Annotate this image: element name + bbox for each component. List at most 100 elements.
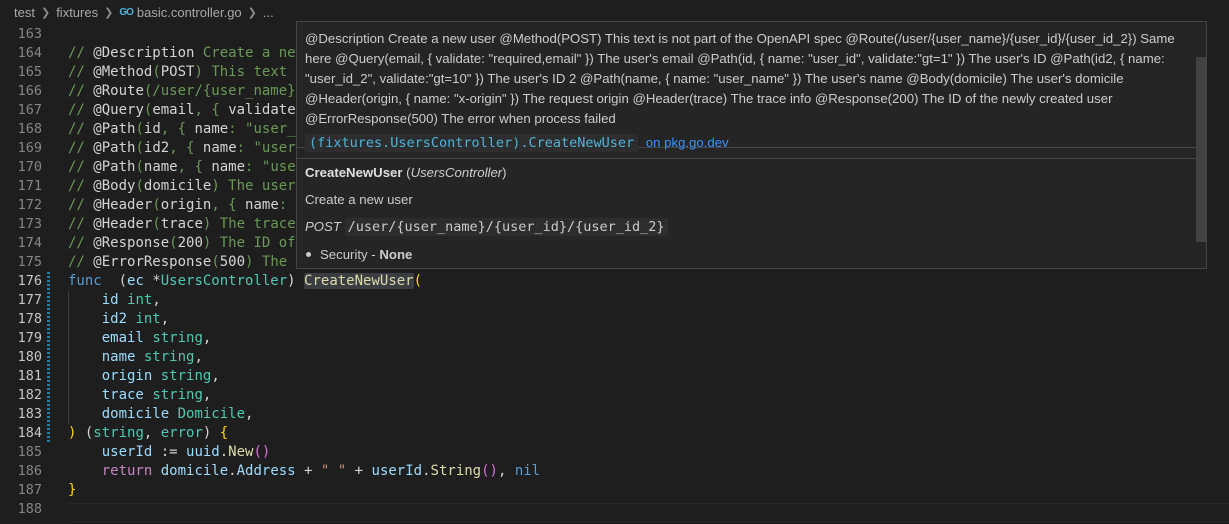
code-text: }: [68, 481, 76, 500]
code-token: Domicile: [177, 406, 246, 422]
breadcrumb-item-test[interactable]: test: [14, 5, 35, 20]
hover-summary: Create a new user: [305, 192, 413, 207]
line-number: 178: [17, 311, 42, 327]
security-item: Security - None: [305, 247, 412, 262]
code-line[interactable]: 179 email string,: [0, 329, 1229, 348]
code-token: {: [219, 425, 229, 441]
code-token: Address: [236, 463, 296, 479]
code-token: (): [481, 463, 498, 479]
code-token: id: [101, 292, 119, 308]
code-token: (: [135, 178, 144, 194]
code-token: //: [68, 159, 94, 175]
code-line[interactable]: 180 name string,: [0, 348, 1229, 367]
code-line[interactable]: 188: [0, 500, 1229, 519]
function-name: CreateNewUser: [305, 165, 403, 180]
code-text: name string,: [68, 348, 203, 367]
hover-tooltip[interactable]: @Description Create a new user @Method(P…: [296, 21, 1207, 269]
code-token: New: [228, 444, 254, 460]
code-token: (: [76, 425, 94, 441]
code-line[interactable]: 186 return domicile.Address + " " + user…: [0, 462, 1229, 481]
code-token: ,: [497, 463, 515, 479]
code-token: *: [143, 273, 161, 289]
code-text: id2 int,: [68, 310, 169, 329]
code-line[interactable]: 182 trace string,: [0, 386, 1229, 405]
line-number: 176: [17, 273, 42, 289]
code-text: origin string,: [68, 367, 220, 386]
code-token: @Path: [93, 121, 136, 137]
code-token: id2: [143, 140, 170, 156]
line-number: 172: [17, 197, 42, 213]
code-token: name: [101, 349, 136, 365]
code-text: return domicile.Address + " " + userId.S…: [68, 462, 540, 481]
code-line[interactable]: 187}: [0, 481, 1229, 500]
code-token: ,: [211, 368, 220, 384]
code-token: //: [68, 64, 94, 80]
hover-description: @Description Create a new user @Method(P…: [305, 31, 1175, 126]
hover-signature: (fixtures.UsersController).CreateNewUser…: [305, 134, 729, 152]
code-token: string: [152, 330, 203, 346]
code-token: //: [68, 235, 94, 251]
code-line[interactable]: 184) (string, error) {: [0, 424, 1229, 443]
code-token: +: [346, 463, 372, 479]
code-token: origin: [101, 368, 153, 384]
code-token: ,: [160, 311, 170, 327]
code-text: domicile Domicile,: [68, 405, 254, 424]
code-token: (: [101, 273, 128, 289]
line-number: 171: [17, 178, 42, 194]
code-token: //: [68, 121, 94, 137]
line-number: 168: [17, 121, 42, 137]
code-line[interactable]: 181 origin string,: [0, 367, 1229, 386]
line-number: 166: [17, 83, 42, 99]
code-token: ,: [194, 349, 203, 365]
security-value: None: [379, 247, 413, 262]
code-token: //: [68, 83, 94, 99]
breadcrumb-symbols[interactable]: ...: [263, 5, 274, 20]
code-token: email: [101, 330, 144, 346]
code-token: //: [68, 197, 94, 213]
code-token: , {: [160, 121, 195, 137]
line-number: 165: [17, 64, 42, 80]
code-token: , {: [169, 140, 203, 156]
code-token: .: [422, 463, 431, 479]
code-token: " ": [320, 463, 347, 479]
code-token: UsersController: [160, 273, 288, 289]
code-token: @ErrorResponse: [93, 254, 212, 270]
code-text: email string,: [68, 329, 212, 348]
code-token: ,: [202, 330, 212, 346]
line-number: 175: [17, 254, 42, 270]
code-token: (: [135, 140, 144, 156]
line-number: 177: [17, 292, 42, 308]
code-token: name: [194, 121, 229, 137]
code-line[interactable]: 176 func (ec *UsersController) CreateNewU…: [0, 272, 1229, 291]
code-token: +: [295, 463, 321, 479]
code-token: ,: [202, 387, 212, 403]
code-line[interactable]: 183 domicile Domicile,: [0, 405, 1229, 424]
pkg-go-dev-link[interactable]: on pkg.go.dev: [646, 135, 729, 150]
line-number: 174: [17, 235, 42, 251]
code-token: @Path: [93, 140, 136, 156]
code-token: int: [135, 311, 161, 327]
breadcrumb-item-file[interactable]: basic.controller.go: [137, 5, 242, 20]
code-token: //: [68, 140, 94, 156]
code-token: uuid: [186, 444, 220, 460]
code-token: trace: [160, 216, 203, 232]
code-token: ): [287, 273, 305, 289]
breadcrumb-item-fixtures[interactable]: fixtures: [56, 5, 98, 20]
chevron-right-icon: ❯: [247, 6, 257, 19]
line-number: 184: [17, 425, 42, 441]
code-token: (: [135, 121, 144, 137]
hover-title: CreateNewUser (UsersController): [305, 165, 507, 180]
code-text: userId := uuid.New(): [68, 443, 271, 462]
code-line[interactable]: 185 userId := uuid.New(): [0, 443, 1229, 462]
code-token: @Route: [93, 83, 144, 99]
code-line[interactable]: 177 id int,: [0, 291, 1229, 310]
hover-scrollbar[interactable]: [1196, 57, 1206, 242]
code-token: (): [253, 444, 271, 460]
code-line[interactable]: 178 id2 int,: [0, 310, 1229, 329]
code-token: ,: [245, 406, 254, 422]
code-token: //: [68, 178, 94, 194]
